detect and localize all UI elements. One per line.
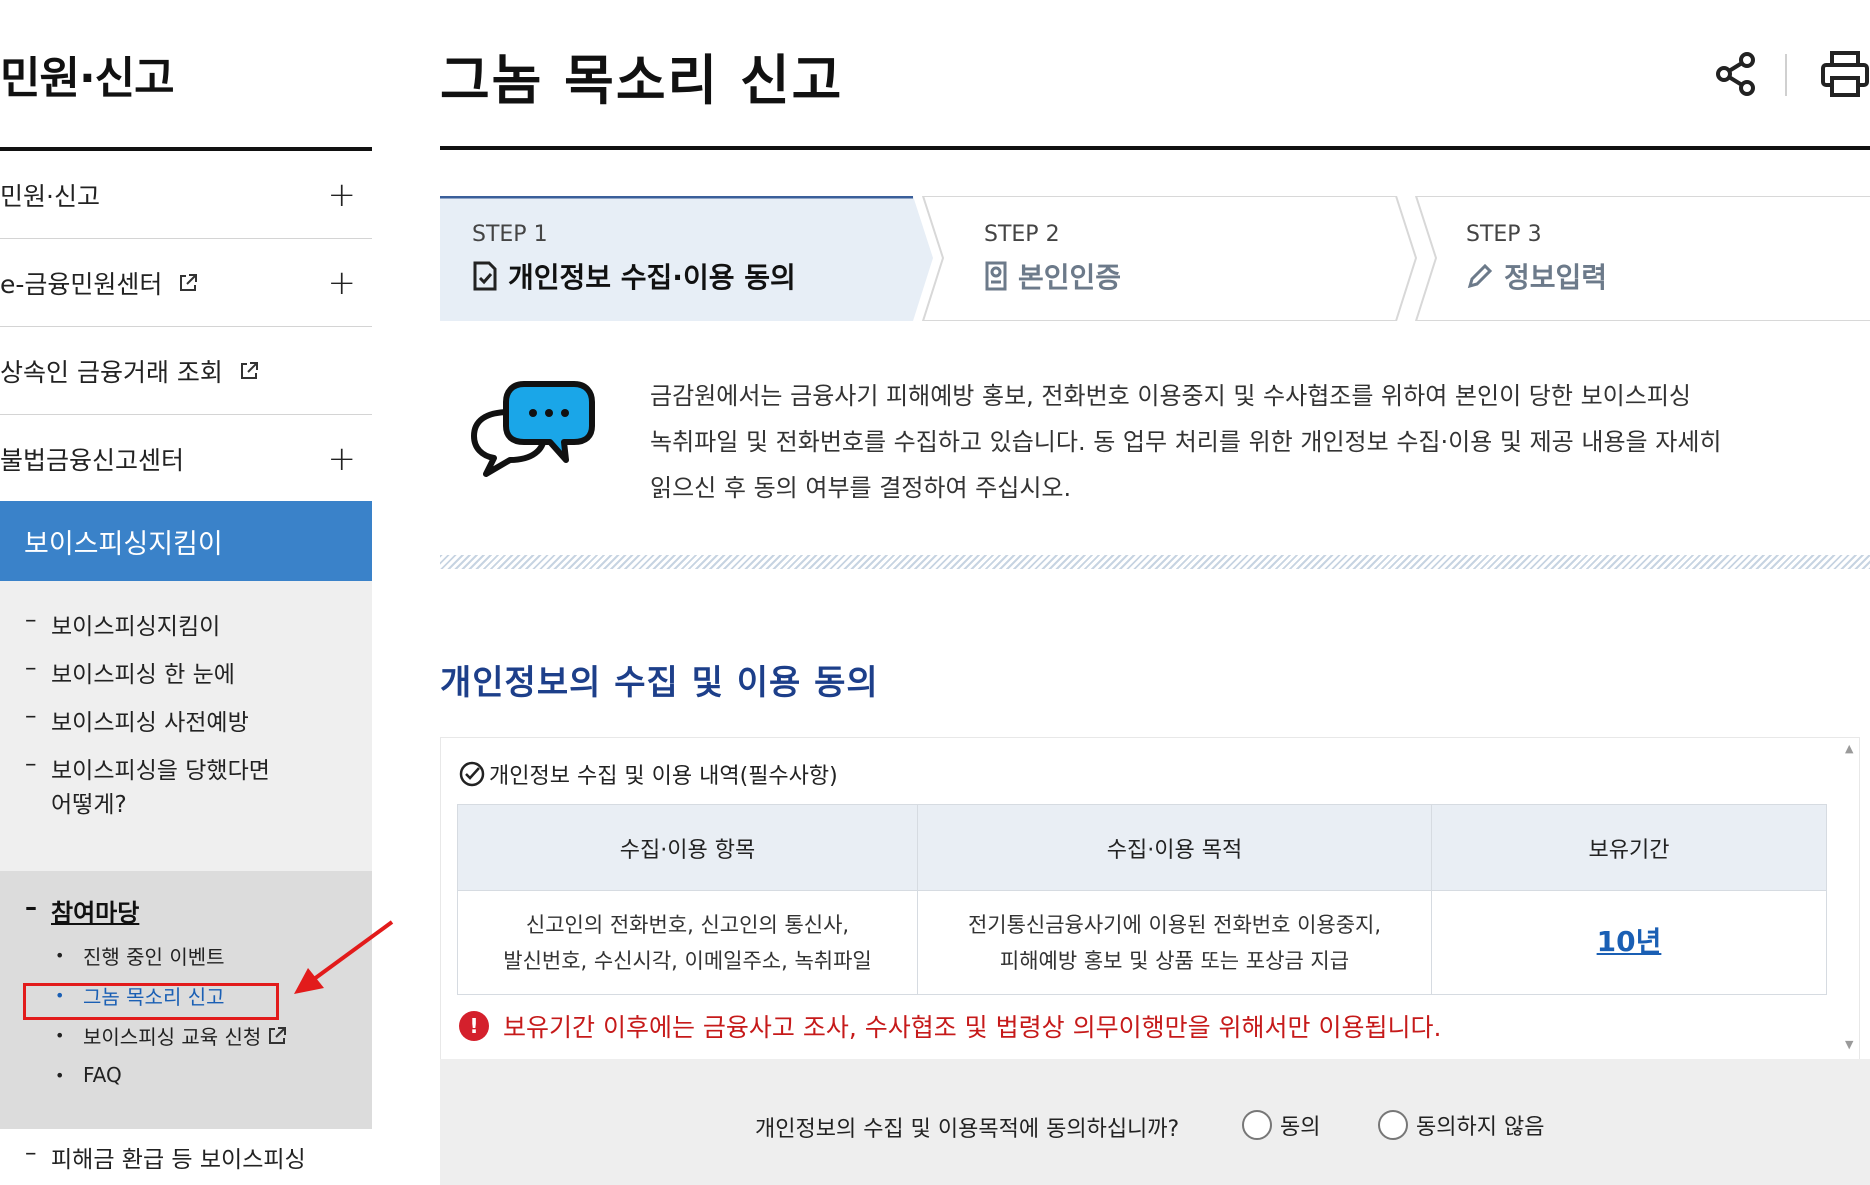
table-cell-purpose: 전기통신금융사기에 이용된 전화번호 이용중지, 피해예방 홍보 및 상품 또는… <box>917 890 1432 995</box>
table-header: 수집·이용 항목 <box>457 804 918 891</box>
submenu-item-refund[interactable]: – 피해금 환급 등 보이스피싱 <box>25 1140 306 1174</box>
retention-period: 10년 <box>1596 924 1662 958</box>
main-content: 그놈 목소리 신고 STEP 1 개인정보 수집·이용 동의 STEP 2 본인… <box>440 0 1870 1185</box>
document-check-icon <box>473 261 497 291</box>
submenu-item-education[interactable]: • 보이스피싱 교육 신청 <box>55 1021 287 1050</box>
external-link-icon <box>240 361 258 379</box>
consent-box-title: 개인정보 수집 및 이용 내역(필수사항) <box>459 758 838 790</box>
expand-icon[interactable]: + <box>328 439 357 479</box>
sidebar-submenu: – 보이스피싱지킴이 – 보이스피싱 한 눈에 – 보이스피싱 사전예방 – 보… <box>0 581 372 871</box>
scrollbar[interactable]: ▲ ▼ <box>1841 738 1859 1060</box>
agreement-question: 개인정보의 수집 및 이용목적에 동의하십니까? <box>755 1117 1180 1142</box>
submenu-item[interactable]: – 보이스피싱을 당했다면 <box>25 751 270 785</box>
step-2-label: 본인인증 <box>984 256 1121 296</box>
sidebar-item-label: 불법금융신고센터 <box>0 445 185 475</box>
sidebar-item-illegal-finance[interactable]: 불법금융신고센터 + <box>0 415 372 503</box>
share-icon[interactable] <box>1716 52 1756 96</box>
submenu-item-events[interactable]: • 진행 중인 이벤트 <box>55 941 225 970</box>
sidebar-item-label: 민원·신고 <box>0 181 100 211</box>
disagree-option[interactable]: 동의하지 않음 <box>1378 1109 1544 1141</box>
sidebar-item-e-complaint-center[interactable]: e-금융민원센터 + <box>0 239 372 327</box>
sidebar-item-complaints[interactable]: 민원·신고 + <box>0 151 372 239</box>
disagree-radio[interactable] <box>1378 1110 1408 1140</box>
step-2-number: STEP 2 <box>984 222 1060 247</box>
submenu-item[interactable]: – 보이스피싱 한 눈에 <box>25 655 235 689</box>
title-divider <box>440 146 1870 150</box>
annotation-arrow-icon <box>294 920 394 994</box>
step-1-label: 개인정보 수집·이용 동의 <box>472 256 796 296</box>
submenu-participation[interactable]: – 참여마당 <box>25 893 139 928</box>
consent-scroll-box[interactable]: 개인정보 수집 및 이용 내역(필수사항) 수집·이용 항목 수집·이용 목적 … <box>440 737 1860 1060</box>
external-link-icon <box>269 1026 287 1044</box>
submenu-item[interactable]: – 보이스피싱 사전예방 <box>25 703 249 737</box>
sidebar-menu: 민원·신고 + e-금융민원센터 + 상속인 금융거래 조회 불법금융신고센터 … <box>0 151 372 503</box>
step-indicator: STEP 1 개인정보 수집·이용 동의 STEP 2 본인인증 STEP 3 … <box>440 196 1870 321</box>
submenu-item[interactable]: – 보이스피싱지킴이 <box>25 607 220 641</box>
consent-table: 수집·이용 항목 수집·이용 목적 보유기간 신고인의 전화번호, 신고인의 통… <box>457 804 1827 995</box>
table-header: 수집·이용 목적 <box>917 804 1432 891</box>
retention-warning: ! 보유기간 이후에는 금융사고 조사, 수사협조 및 법령상 의무이행만을 위… <box>459 1008 1441 1044</box>
pencil-icon <box>1467 263 1493 289</box>
scroll-down-icon[interactable]: ▼ <box>1845 1038 1853 1051</box>
sidebar-item-label: 상속인 금융거래 조회 <box>0 357 223 387</box>
check-circle-icon <box>459 761 485 787</box>
step-3-label: 정보입력 <box>1466 256 1607 296</box>
icon-divider <box>1785 54 1787 96</box>
sidebar-item-heir-inquiry[interactable]: 상속인 금융거래 조회 <box>0 327 372 415</box>
sidebar-item-voice-phishing-guard[interactable]: 보이스피싱지킴이 <box>0 501 372 581</box>
id-card-icon <box>985 261 1007 291</box>
expand-icon[interactable]: + <box>328 263 357 303</box>
expand-icon[interactable]: + <box>328 175 357 215</box>
step-3-number: STEP 3 <box>1466 222 1542 247</box>
scroll-up-icon[interactable]: ▲ <box>1845 742 1853 755</box>
page-title: 그놈 목소리 신고 <box>440 49 844 112</box>
hatched-divider <box>440 555 1870 569</box>
intro-text: 금감원에서는 금융사기 피해예방 홍보, 전화번호 이용중지 및 수사협조를 위… <box>650 382 1722 502</box>
step-1-number: STEP 1 <box>472 222 548 247</box>
agree-option[interactable]: 동의 <box>1242 1109 1320 1141</box>
table-cell-retention: 10년 <box>1431 890 1827 995</box>
external-link-icon <box>180 273 198 291</box>
selection-highlight-box <box>23 983 279 1020</box>
alert-icon: ! <box>459 1011 489 1041</box>
sidebar-item-label: e-금융민원센터 <box>0 269 163 299</box>
chat-bubbles-icon <box>471 381 595 477</box>
table-header: 보유기간 <box>1431 804 1827 891</box>
table-cell-items: 신고인의 전화번호, 신고인의 통신사, 발신번호, 수신시각, 이메일주소, … <box>457 890 918 995</box>
agree-radio[interactable] <box>1242 1110 1272 1140</box>
table-row: 신고인의 전화번호, 신고인의 통신사, 발신번호, 수신시각, 이메일주소, … <box>457 890 1827 995</box>
agreement-section: 개인정보의 수집 및 이용목적에 동의하십니까? 동의 동의하지 않음 <box>440 1059 1870 1185</box>
submenu-item-faq[interactable]: • FAQ <box>55 1063 122 1087</box>
section-title: 개인정보의 수집 및 이용 동의 <box>440 663 879 703</box>
sidebar-title: 민원·신고 <box>0 53 175 104</box>
submenu-item-continued[interactable]: 어떻게? <box>25 785 127 819</box>
print-icon[interactable] <box>1820 50 1870 98</box>
